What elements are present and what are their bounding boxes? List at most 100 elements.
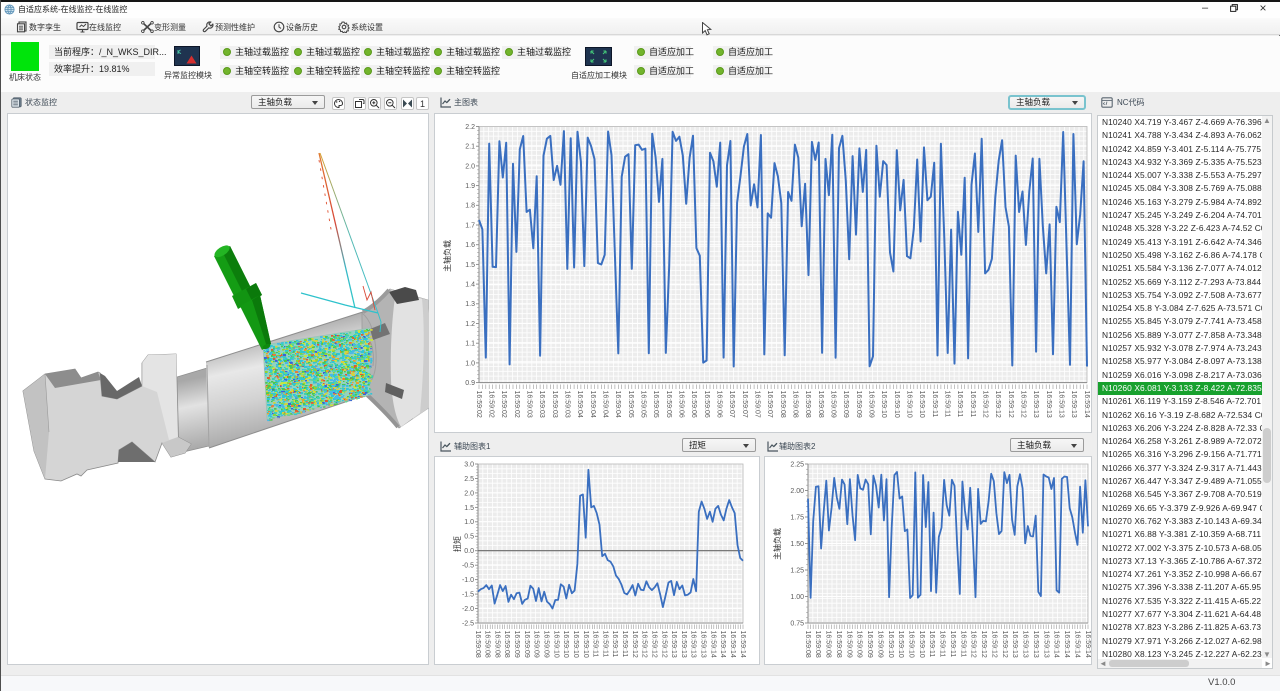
svg-text:16:59:09: 16:59:09 [830, 391, 837, 418]
svg-text:16:59:14: 16:59:14 [1073, 631, 1080, 658]
svg-text:16:59:08: 16:59:08 [503, 631, 510, 658]
svg-text:16:59:06: 16:59:06 [678, 391, 685, 418]
svg-text:16:59:09: 16:59:09 [842, 391, 849, 418]
svg-text:16:59:13: 16:59:13 [1042, 631, 1049, 658]
svg-text:16:59:10: 16:59:10 [572, 631, 579, 658]
svg-text:16:59:10: 16:59:10 [562, 631, 569, 658]
svg-text:16:59:04: 16:59:04 [614, 391, 621, 418]
svg-text:1.2: 1.2 [465, 321, 475, 328]
svg-text:16:59:10: 16:59:10 [552, 631, 559, 658]
svg-text:1.50: 1.50 [790, 541, 804, 548]
svg-text:2.0: 2.0 [465, 163, 475, 170]
svg-text:16:59:03: 16:59:03 [526, 391, 533, 418]
svg-text:16:59:08: 16:59:08 [804, 631, 811, 658]
svg-text:16:59:10: 16:59:10 [893, 391, 900, 418]
svg-text:16:59:10: 16:59:10 [906, 391, 913, 418]
svg-text:16:59:12: 16:59:12 [982, 391, 989, 418]
svg-text:16:59:12: 16:59:12 [651, 631, 658, 658]
svg-text:16:59:09: 16:59:09 [543, 631, 550, 658]
svg-text:16:59:10: 16:59:10 [582, 631, 589, 658]
svg-text:16:59:09: 16:59:09 [856, 631, 863, 658]
svg-text:16:59:10: 16:59:10 [918, 391, 925, 418]
svg-text:16:59:10: 16:59:10 [908, 631, 915, 658]
svg-text:16:59:14: 16:59:14 [709, 631, 716, 658]
svg-text:16:59:13: 16:59:13 [1045, 391, 1052, 418]
svg-text:16:59:05: 16:59:05 [652, 391, 659, 418]
svg-text:0.5: 0.5 [464, 534, 474, 541]
svg-text:16:59:04: 16:59:04 [589, 391, 596, 418]
svg-text:16:59:13: 16:59:13 [1011, 631, 1018, 658]
svg-text:16:59:07: 16:59:07 [754, 391, 761, 418]
svg-text:-0.5: -0.5 [462, 563, 474, 570]
svg-text:1.5: 1.5 [464, 505, 474, 512]
svg-text:16:59:03: 16:59:03 [538, 391, 545, 418]
svg-text:16:59:08: 16:59:08 [835, 631, 842, 658]
svg-text:-2.5: -2.5 [462, 620, 474, 627]
svg-text:16:59:12: 16:59:12 [641, 631, 648, 658]
svg-text:16:59:05: 16:59:05 [640, 391, 647, 418]
svg-text:16:59:13: 16:59:13 [1058, 391, 1065, 418]
svg-text:16:59:07: 16:59:07 [728, 391, 735, 418]
svg-text:16:59:11: 16:59:11 [601, 631, 608, 658]
svg-text:16:59:13: 16:59:13 [680, 631, 687, 658]
svg-text:1.5: 1.5 [465, 262, 475, 269]
svg-text:16:59:14: 16:59:14 [1084, 631, 1091, 658]
svg-text:16:59:10: 16:59:10 [887, 631, 894, 658]
svg-text:16:59:11: 16:59:11 [956, 391, 963, 418]
svg-text:16:59:14: 16:59:14 [729, 631, 736, 658]
svg-text:1.9: 1.9 [465, 183, 475, 190]
svg-text:16:59:12: 16:59:12 [970, 631, 977, 658]
svg-text:2.0: 2.0 [464, 490, 474, 497]
svg-text:16:59:02: 16:59:02 [513, 391, 520, 418]
svg-text:1.8: 1.8 [465, 203, 475, 210]
svg-text:1.4: 1.4 [465, 282, 475, 289]
svg-text:16:59:12: 16:59:12 [1007, 391, 1014, 418]
svg-text:16:59:09: 16:59:09 [855, 391, 862, 418]
svg-text:16:59:03: 16:59:03 [551, 391, 558, 418]
svg-text:16:59:11: 16:59:11 [944, 391, 951, 418]
svg-text:16:59:08: 16:59:08 [474, 631, 481, 658]
svg-text:16:59:14: 16:59:14 [1053, 631, 1060, 658]
svg-text:扭矩: 扭矩 [452, 536, 462, 552]
svg-text:1.6: 1.6 [465, 242, 475, 249]
svg-text:主轴负载: 主轴负载 [772, 528, 782, 560]
svg-text:1.1: 1.1 [465, 341, 475, 348]
svg-text:16:59:06: 16:59:06 [703, 391, 710, 418]
svg-text:16:59:08: 16:59:08 [825, 631, 832, 658]
svg-text:2.2: 2.2 [465, 124, 475, 131]
svg-text:16:59:11: 16:59:11 [592, 631, 599, 658]
svg-text:1.75: 1.75 [790, 514, 804, 521]
svg-text:1.00: 1.00 [790, 594, 804, 601]
svg-text:16:59:11: 16:59:11 [939, 631, 946, 658]
svg-text:16:59:05: 16:59:05 [627, 391, 634, 418]
svg-text:1.7: 1.7 [465, 222, 475, 229]
svg-text:16:59:13: 16:59:13 [1022, 631, 1029, 658]
svg-text:0.75: 0.75 [790, 620, 804, 627]
svg-text:0.0: 0.0 [464, 548, 474, 555]
svg-text:16:59:09: 16:59:09 [866, 631, 873, 658]
svg-text:16:59:11: 16:59:11 [611, 631, 618, 658]
svg-text:16:59:08: 16:59:08 [779, 391, 786, 418]
svg-text:16:59:11: 16:59:11 [969, 391, 976, 418]
svg-text:16:59:13: 16:59:13 [1032, 631, 1039, 658]
svg-text:16:59:11: 16:59:11 [621, 631, 628, 658]
svg-text:16:59:10: 16:59:10 [880, 391, 887, 418]
svg-text:16:59:09: 16:59:09 [513, 631, 520, 658]
svg-text:16:59:10: 16:59:10 [918, 631, 925, 658]
svg-text:1.0: 1.0 [464, 519, 474, 526]
svg-text:16:59:11: 16:59:11 [931, 391, 938, 418]
svg-text:16:59:13: 16:59:13 [1032, 391, 1039, 418]
svg-text:16:59:07: 16:59:07 [741, 391, 748, 418]
svg-text:16:59:11: 16:59:11 [949, 631, 956, 658]
svg-text:16:59:13: 16:59:13 [1070, 391, 1077, 418]
svg-text:16:59:13: 16:59:13 [700, 631, 707, 658]
svg-text:0.9: 0.9 [465, 380, 475, 387]
svg-text:16:59:04: 16:59:04 [602, 391, 609, 418]
svg-text:16:59:08: 16:59:08 [493, 631, 500, 658]
svg-text:16:59:13: 16:59:13 [690, 631, 697, 658]
svg-text:2.1: 2.1 [465, 144, 475, 151]
svg-text:1.3: 1.3 [465, 301, 475, 308]
svg-text:16:59:03: 16:59:03 [564, 391, 571, 418]
svg-text:1.0: 1.0 [465, 360, 475, 367]
svg-text:2.5: 2.5 [464, 476, 474, 483]
